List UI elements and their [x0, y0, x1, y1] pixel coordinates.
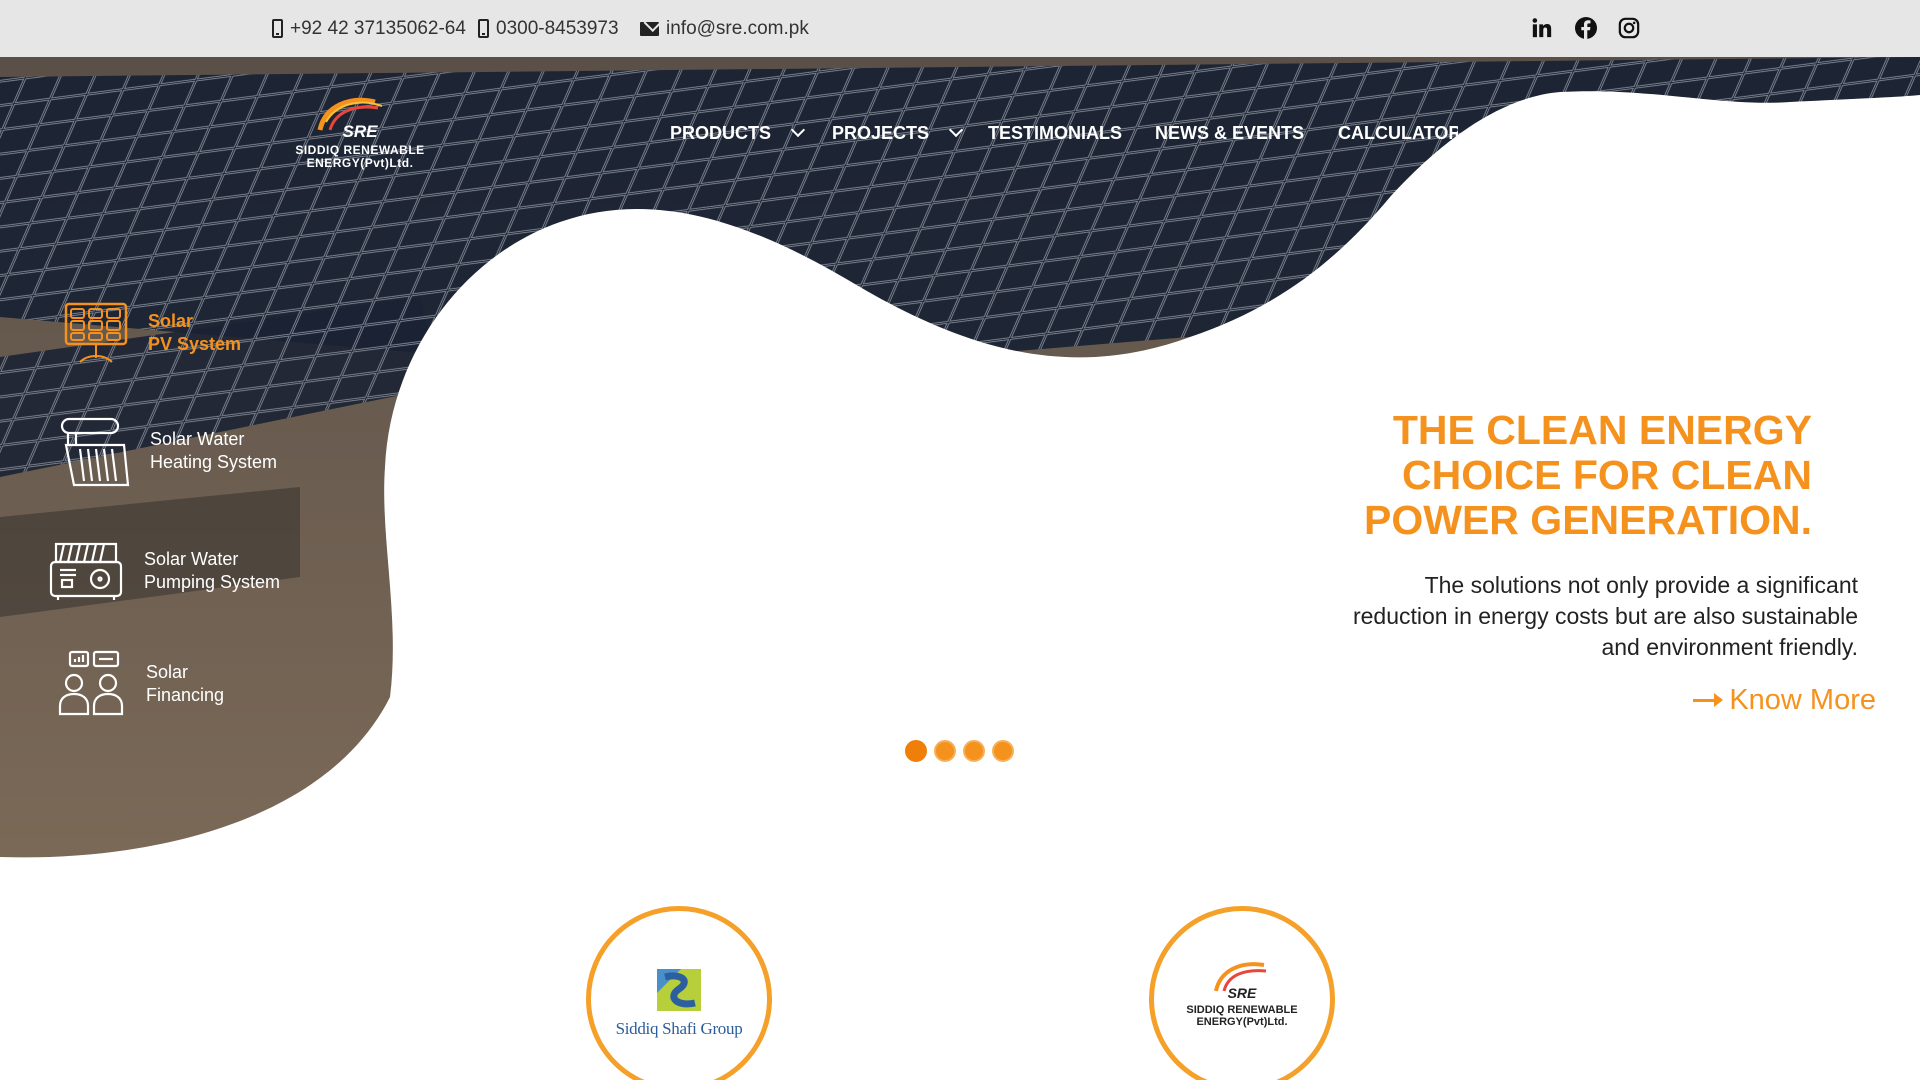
logo-name-line2: ENERGY(Pvt)Ltd. [306, 156, 414, 170]
arrow-right-icon [1693, 693, 1724, 707]
description-line3: and environment friendly. [1601, 634, 1858, 660]
slider-dot[interactable] [934, 740, 956, 762]
hero-headline: THE CLEAN ENERGY CHOICE FOR CLEAN POWER … [1292, 408, 1812, 543]
sidebar-item-solar-pv[interactable]: Solar PV System [62, 300, 241, 366]
sidebar-item-label: Solar Water Pumping System [144, 548, 280, 594]
sidebar-item-label: Solar PV System [148, 310, 241, 356]
envelope-icon [640, 21, 659, 36]
sre-company-name: SIDDIQ RENEWABLE ENERGY(Pvt)Ltd. [1154, 1004, 1330, 1028]
nav-testimonials[interactable]: TESTIMONIALS [988, 118, 1122, 148]
phone-contact-2[interactable]: 0300-8453973 [478, 0, 619, 57]
headline-line2: CHOICE FOR CLEAN [1402, 452, 1812, 498]
siddiq-shafi-group-logo[interactable]: Siddiq Shafi Group [586, 906, 772, 1080]
pump-icon [49, 542, 123, 600]
sre-abbr: SRE [1227, 985, 1257, 1001]
logo-abbr: SRE [342, 122, 378, 141]
email-address: info@sre.com.pk [666, 17, 809, 39]
page: +92 42 37135062-64 0300-8453973 info@sre… [0, 0, 1920, 1080]
nav-projects[interactable]: PROJECTS [832, 118, 964, 148]
nav-projects-label: PROJECTS [832, 122, 930, 143]
slider-dot[interactable] [992, 740, 1014, 762]
hero-description: The solutions not only provide a signifi… [1298, 570, 1858, 663]
sidebar-item-financing[interactable]: Solar Financing [56, 650, 224, 718]
top-contact-bar: +92 42 37135062-64 0300-8453973 info@sre… [0, 0, 1920, 57]
sre-name-line1: SIDDIQ RENEWABLE [1186, 1004, 1298, 1016]
mobile-phone-icon [478, 19, 489, 38]
phone-contact-1[interactable]: +92 42 37135062-64 [272, 0, 466, 57]
sre-partner-logo[interactable]: SRE SIDDIQ RENEWABLE ENERGY(Pvt)Ltd. [1149, 906, 1335, 1080]
linkedin-link[interactable] [1528, 14, 1556, 42]
know-more-label: Know More [1729, 684, 1876, 716]
headline-line3: POWER GENERATION. [1364, 497, 1812, 543]
description-line1: The solutions not only provide a signifi… [1424, 572, 1858, 598]
slider-dots [905, 740, 1014, 762]
facebook-icon [1575, 17, 1597, 39]
label-line2: PV System [148, 334, 242, 354]
email-contact[interactable]: info@sre.com.pk [640, 0, 809, 57]
nav-testimonials-label: TESTIMONIALS [988, 122, 1122, 143]
slider-dot[interactable] [905, 740, 927, 762]
solar-panel-icon [64, 302, 128, 363]
sidebar-item-label: Solar Financing [146, 661, 224, 707]
water-heater-icon [60, 417, 130, 487]
sidebar-item-water-pumping[interactable]: Solar Water Pumping System [48, 540, 280, 602]
label-line2: Financing [146, 685, 225, 705]
nav-products[interactable]: PRODUCTS [670, 118, 806, 148]
ssg-name: Siddiq Shafi Group [615, 1019, 743, 1038]
sre-name-line2: ENERGY(Pvt)Ltd. [1196, 1016, 1288, 1028]
sidebar-item-label: Solar Water Heating System [150, 428, 277, 474]
label-line1: Solar Water [150, 429, 245, 449]
nav-wave-overlap [1440, 94, 1560, 160]
chevron-down-icon [790, 122, 806, 138]
ssg-emblem-icon [657, 969, 701, 1011]
chevron-down-icon [948, 122, 964, 138]
site-logo[interactable]: SRE SIDDIQ RENEWABLE ENERGY(Pvt)Ltd. [270, 92, 450, 182]
phone-number-1: +92 42 37135062-64 [290, 17, 466, 39]
label-line2: Heating System [150, 452, 278, 472]
label-line1: Solar [146, 662, 189, 682]
label-line2: Pumping System [144, 572, 281, 592]
phone-number-2: 0300-8453973 [496, 17, 619, 39]
slider-dot[interactable] [963, 740, 985, 762]
sidebar-item-water-heating[interactable]: Solar Water Heating System [58, 415, 277, 487]
logo-company-name: SIDDIQ RENEWABLE ENERGY(Pvt)Ltd. [270, 144, 450, 170]
instagram-link[interactable] [1615, 14, 1643, 42]
instagram-icon [1618, 17, 1640, 39]
linkedin-icon [1532, 18, 1552, 38]
headline-line1: THE CLEAN ENERGY [1392, 407, 1812, 453]
mobile-phone-icon [272, 19, 283, 38]
nav-products-label: PRODUCTS [670, 122, 772, 143]
nav-news-events[interactable]: NEWS & EVENTS [1155, 118, 1304, 148]
description-line2: reduction in energy costs but are also s… [1352, 603, 1858, 629]
label-line1: Solar [148, 311, 194, 331]
facebook-link[interactable] [1572, 14, 1600, 42]
label-line1: Solar Water [144, 549, 239, 569]
know-more-link[interactable]: Know More [1693, 684, 1876, 717]
financing-people-icon [58, 650, 124, 716]
nav-news-label: NEWS & EVENTS [1155, 122, 1305, 143]
